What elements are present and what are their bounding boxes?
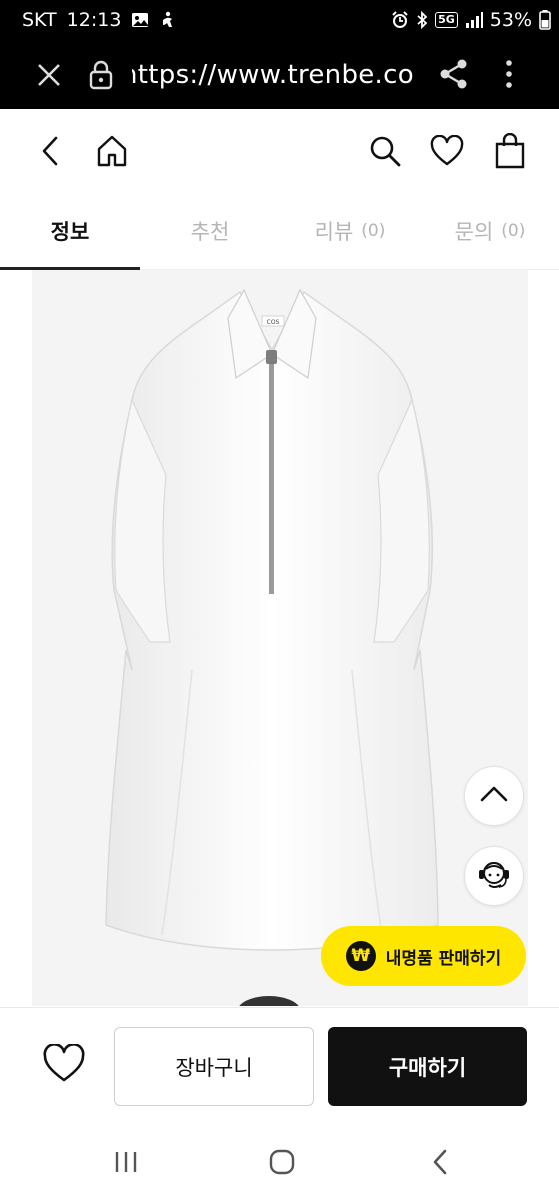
5g-icon: 5G	[435, 12, 458, 28]
headset-agent-icon	[475, 855, 513, 897]
sell-label: 내명품 판매하기	[385, 948, 502, 969]
heart-icon[interactable]	[427, 131, 467, 171]
won-icon: ₩	[345, 941, 376, 971]
scroll-top-button[interactable]	[464, 766, 524, 826]
cart-label: 장바구니	[175, 1055, 253, 1080]
tab-label: 리뷰	[314, 220, 354, 244]
tab-inquiry[interactable]: 문의 (0)	[420, 193, 559, 269]
home-circle-icon[interactable]	[262, 1145, 302, 1179]
support-button[interactable]	[464, 846, 524, 906]
tab-recommend[interactable]: 추천	[140, 193, 280, 269]
clock: 12:13	[66, 9, 122, 31]
signal-icon	[465, 12, 483, 28]
status-bar: SKT 12:13 5G 53%	[0, 0, 559, 42]
browser-url-bar: https://www.trenbe.com/p	[0, 42, 559, 109]
bag-icon[interactable]	[490, 131, 530, 171]
brand-tag: COS	[267, 319, 280, 326]
accessibility-icon	[159, 11, 177, 29]
add-to-cart-button[interactable]: 장바구니	[114, 1027, 314, 1106]
tab-label: 문의	[454, 220, 494, 244]
dress-illustration: COS	[105, 288, 439, 1006]
sell-my-luxury-button[interactable]: ₩ 내명품 판매하기	[321, 926, 526, 986]
network-badge: 5G	[438, 13, 455, 26]
url-field[interactable]: https://www.trenbe.com/p	[132, 58, 416, 92]
heart-outline-icon	[42, 1043, 86, 1088]
product-tabs: 정보 추천 리뷰 (0) 문의 (0)	[0, 193, 559, 270]
home-icon[interactable]	[92, 131, 132, 171]
tab-label: 정보	[50, 220, 90, 244]
chevron-up-icon	[479, 785, 509, 807]
bluetooth-icon	[416, 11, 428, 29]
lock-icon[interactable]	[87, 58, 115, 92]
tab-label: 추천	[190, 220, 230, 244]
wishlist-button[interactable]	[40, 1043, 88, 1088]
buy-now-button[interactable]: 구매하기	[328, 1027, 527, 1106]
tab-reviews[interactable]: 리뷰 (0)	[280, 193, 420, 269]
battery-percent: 53%	[489, 9, 532, 31]
app-header	[0, 109, 559, 193]
image-icon	[131, 12, 149, 28]
share-icon[interactable]	[436, 56, 472, 92]
android-nav-bar	[0, 1123, 559, 1200]
bottom-action-bar: 장바구니 구매하기	[0, 1007, 559, 1124]
product-image[interactable]: COS	[32, 270, 528, 1006]
back-icon[interactable]	[30, 131, 70, 171]
search-icon[interactable]	[365, 131, 405, 171]
battery-icon	[539, 10, 551, 30]
buy-label: 구매하기	[388, 1055, 467, 1080]
tab-count: (0)	[361, 221, 386, 241]
recent-apps-icon[interactable]	[106, 1145, 146, 1179]
carrier-label: SKT	[22, 9, 57, 31]
back-chevron-icon[interactable]	[420, 1145, 460, 1179]
alarm-icon	[391, 11, 409, 29]
more-vertical-icon[interactable]	[496, 56, 522, 92]
close-icon[interactable]	[32, 58, 66, 92]
tab-count: (0)	[501, 221, 526, 241]
status-right: 5G 53%	[391, 9, 551, 31]
tab-info[interactable]: 정보	[0, 193, 140, 270]
status-left: SKT 12:13	[22, 9, 177, 31]
